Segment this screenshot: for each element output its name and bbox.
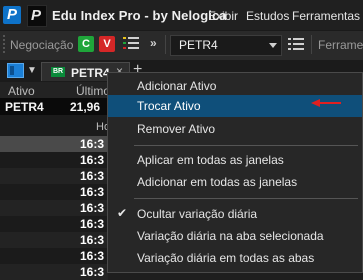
menu-item-label: Variação diária na aba selecionada	[137, 229, 324, 243]
list-item[interactable]: 16:3	[0, 184, 108, 200]
menu-item-label: Aplicar em todas as janelas	[137, 153, 284, 167]
symbol-value: PETR4	[179, 38, 218, 52]
toolbar-separator	[165, 35, 166, 54]
menu-item-label: Remover Ativo	[137, 122, 216, 136]
menu-estudos[interactable]: Estudos	[246, 9, 289, 23]
app-icon-letter: P	[7, 6, 18, 23]
menu-ferramentas[interactable]: Ferramentas	[292, 9, 360, 23]
sell-button[interactable]: V	[99, 36, 115, 52]
time-value: 16:3	[80, 233, 105, 247]
menu-item-variacao-todas-abas[interactable]: Variação diária em todas as abas	[108, 247, 362, 269]
toolbar-separator	[311, 35, 312, 54]
toolbar-overflow-chevron-icon[interactable]: »	[150, 36, 157, 50]
time-value: 16:3	[80, 153, 105, 167]
menu-item-label: Trocar Ativo	[137, 99, 201, 113]
list-item[interactable]: 16:3	[0, 136, 108, 152]
cell-ativo: PETR4	[5, 100, 44, 114]
menu-item-label: Ocultar variação diária	[137, 207, 258, 221]
time-value: 16:3	[80, 137, 105, 151]
menu-item-adicionar-todas-janelas[interactable]: Adicionar em todas as janelas	[108, 171, 362, 193]
menu-item-variacao-aba-selecionada[interactable]: Variação diária na aba selecionada	[108, 225, 362, 247]
check-icon: ✔	[117, 206, 128, 220]
column-header-ativo[interactable]: Ativo	[8, 84, 35, 98]
time-value: 16:3	[80, 169, 105, 183]
order-list-icon[interactable]	[123, 37, 139, 51]
annotation-arrow-icon	[311, 99, 341, 107]
app-logo-letter: P	[31, 7, 42, 24]
list-icon[interactable]	[288, 38, 304, 52]
brazil-flag-icon: BR	[51, 67, 65, 77]
list-item[interactable]: 16:3	[0, 248, 108, 264]
app-icon[interactable]: P	[3, 6, 21, 24]
menu-item-label: Variação diária em todas as abas	[137, 251, 315, 265]
menu-item-ocultar-variacao[interactable]: ✔ Ocultar variação diária	[108, 203, 362, 225]
time-value: 16:3	[80, 185, 105, 199]
toolbar-grip[interactable]	[3, 35, 7, 53]
list-item[interactable]: 16:3	[0, 152, 108, 168]
list-item[interactable]: 16:3	[0, 264, 108, 280]
negociacao-label: Negociação	[10, 38, 74, 52]
time-value: 16:3	[80, 201, 105, 215]
column-header-ultimo[interactable]: Último	[76, 84, 110, 98]
menu-item-aplicar-todas-janelas[interactable]: Aplicar em todas as janelas	[108, 149, 362, 171]
menu-exibir[interactable]: Exibir	[208, 9, 238, 23]
buy-button[interactable]: C	[78, 36, 94, 52]
menu-item-adicionar-ativo[interactable]: Adicionar Ativo	[108, 75, 362, 97]
time-value: 16:3	[80, 265, 105, 279]
list-item[interactable]: 16:3	[0, 216, 108, 232]
menu-item-remover-ativo[interactable]: Remover Ativo	[108, 118, 362, 140]
time-value: 16:3	[80, 217, 105, 231]
list-item[interactable]: 16:3	[0, 232, 108, 248]
menu-separator	[134, 145, 358, 146]
time-value: 16:3	[80, 249, 105, 263]
symbol-combobox[interactable]: PETR4	[170, 35, 282, 56]
ferramentas-label: Ferrament	[318, 38, 363, 52]
window-title: Edu Index Pro - by Nelogica	[52, 8, 227, 23]
menu-item-label: Adicionar em todas as janelas	[137, 175, 298, 189]
window-layout-icon[interactable]	[7, 63, 24, 78]
list-item[interactable]: 16:3	[0, 168, 108, 184]
tab-label: PETR4	[71, 66, 110, 80]
list-item[interactable]: 16:3	[0, 200, 108, 216]
menu-item-label: Adicionar Ativo	[137, 79, 217, 93]
app-logo: P	[27, 5, 47, 27]
chevron-down-icon	[269, 43, 277, 48]
menu-separator	[134, 198, 358, 199]
window-chevron-down-icon[interactable]: ▼	[27, 65, 37, 76]
cell-ultimo: 21,96	[70, 100, 101, 114]
